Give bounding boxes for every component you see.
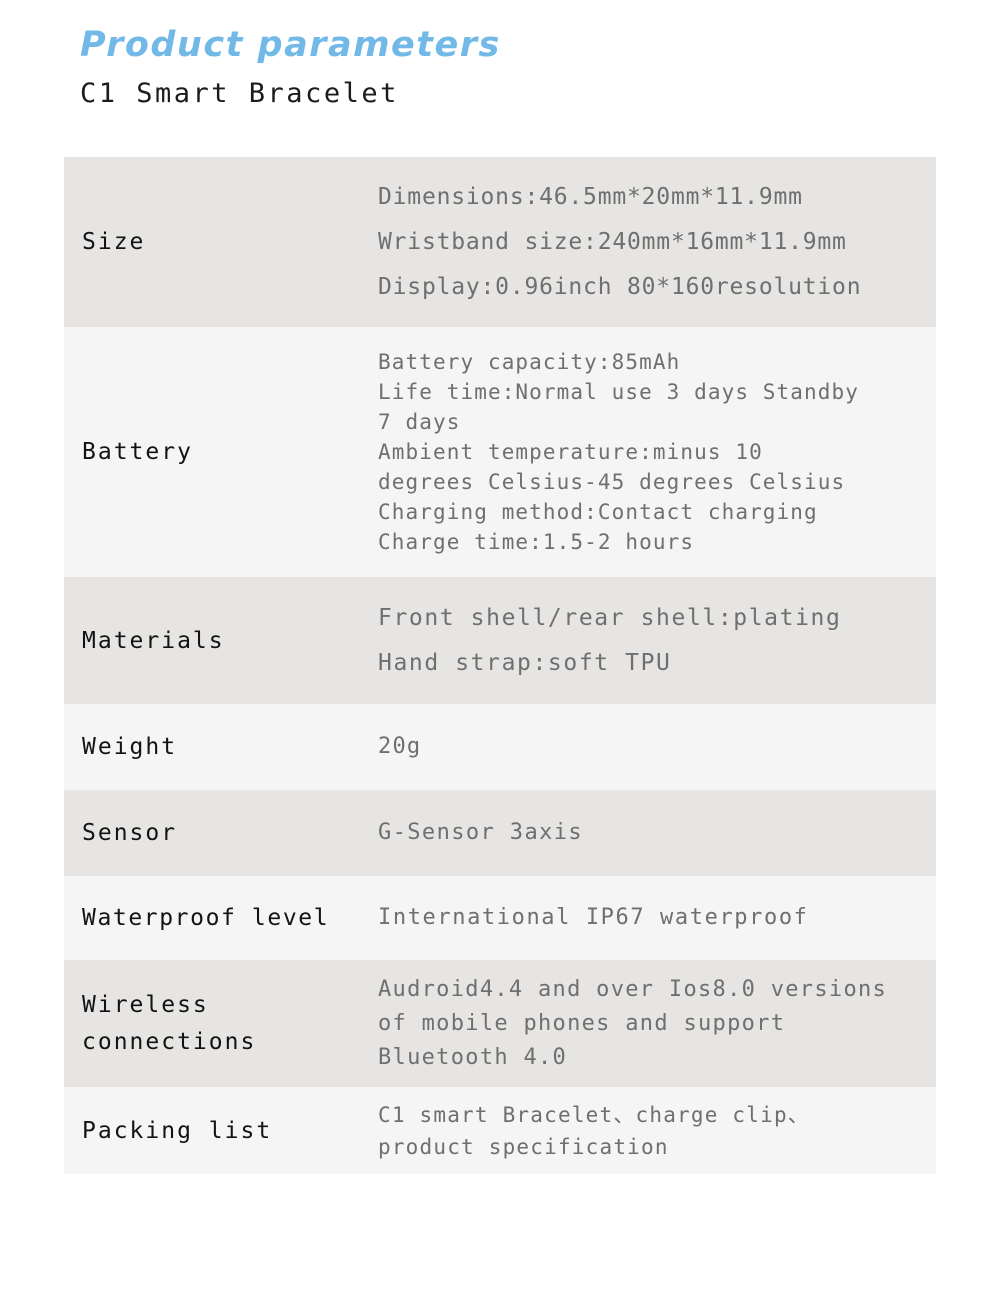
spec-value-battery: Battery capacity:85mAh Life time:Normal … <box>378 350 860 554</box>
table-row: Materials Front shell/rear shell:plating… <box>64 577 936 704</box>
table-row: Size Dimensions:46.5mm*20mm*11.9mm Wrist… <box>64 157 936 327</box>
table-row: Sensor G-Sensor 3axis <box>64 790 936 876</box>
page-title: Product parameters <box>80 25 501 65</box>
spec-label-wireless-connections: Wireless connections <box>82 991 257 1055</box>
table-row: Weight 20g <box>64 704 936 790</box>
table-row: Wireless connections Audroid4.4 and over… <box>64 960 936 1087</box>
spec-label-sensor: Sensor <box>82 820 178 846</box>
spec-label-battery: Battery <box>82 439 193 465</box>
spec-label-weight: Weight <box>82 734 178 760</box>
spec-label-packing-list: Packing list <box>82 1117 273 1144</box>
spec-value-size: Dimensions:46.5mm*20mm*11.9mm Wristband … <box>378 183 862 300</box>
spec-value-wireless-connections: Audroid4.4 and over Ios8.0 versions of m… <box>378 976 888 1070</box>
specification-table: Size Dimensions:46.5mm*20mm*11.9mm Wrist… <box>64 157 936 1174</box>
product-name: C1 Smart Bracelet <box>80 78 399 109</box>
table-row: Waterproof level International IP67 wate… <box>64 876 936 960</box>
heading-block: Product parameters C1 Smart Bracelet <box>80 22 940 110</box>
spec-label-size: Size <box>82 229 146 255</box>
spec-value-packing-list: C1 smart Bracelet、charge clip、 product s… <box>378 1102 811 1159</box>
spec-label-materials: Materials <box>82 627 225 654</box>
spec-value-materials: Front shell/rear shell:plating Hand stra… <box>378 604 842 676</box>
table-row: Packing list C1 smart Bracelet、charge cl… <box>64 1087 936 1174</box>
spec-value-weight: 20g <box>378 734 422 759</box>
spec-label-waterproof-level: Waterproof level <box>82 905 330 931</box>
spec-value-sensor: G-Sensor 3axis <box>378 820 584 845</box>
table-row: Battery Battery capacity:85mAh Life time… <box>64 327 936 577</box>
product-parameters-page: Product parameters C1 Smart Bracelet Siz… <box>0 0 1000 1292</box>
spec-value-waterproof-level: International IP67 waterproof <box>378 905 809 930</box>
